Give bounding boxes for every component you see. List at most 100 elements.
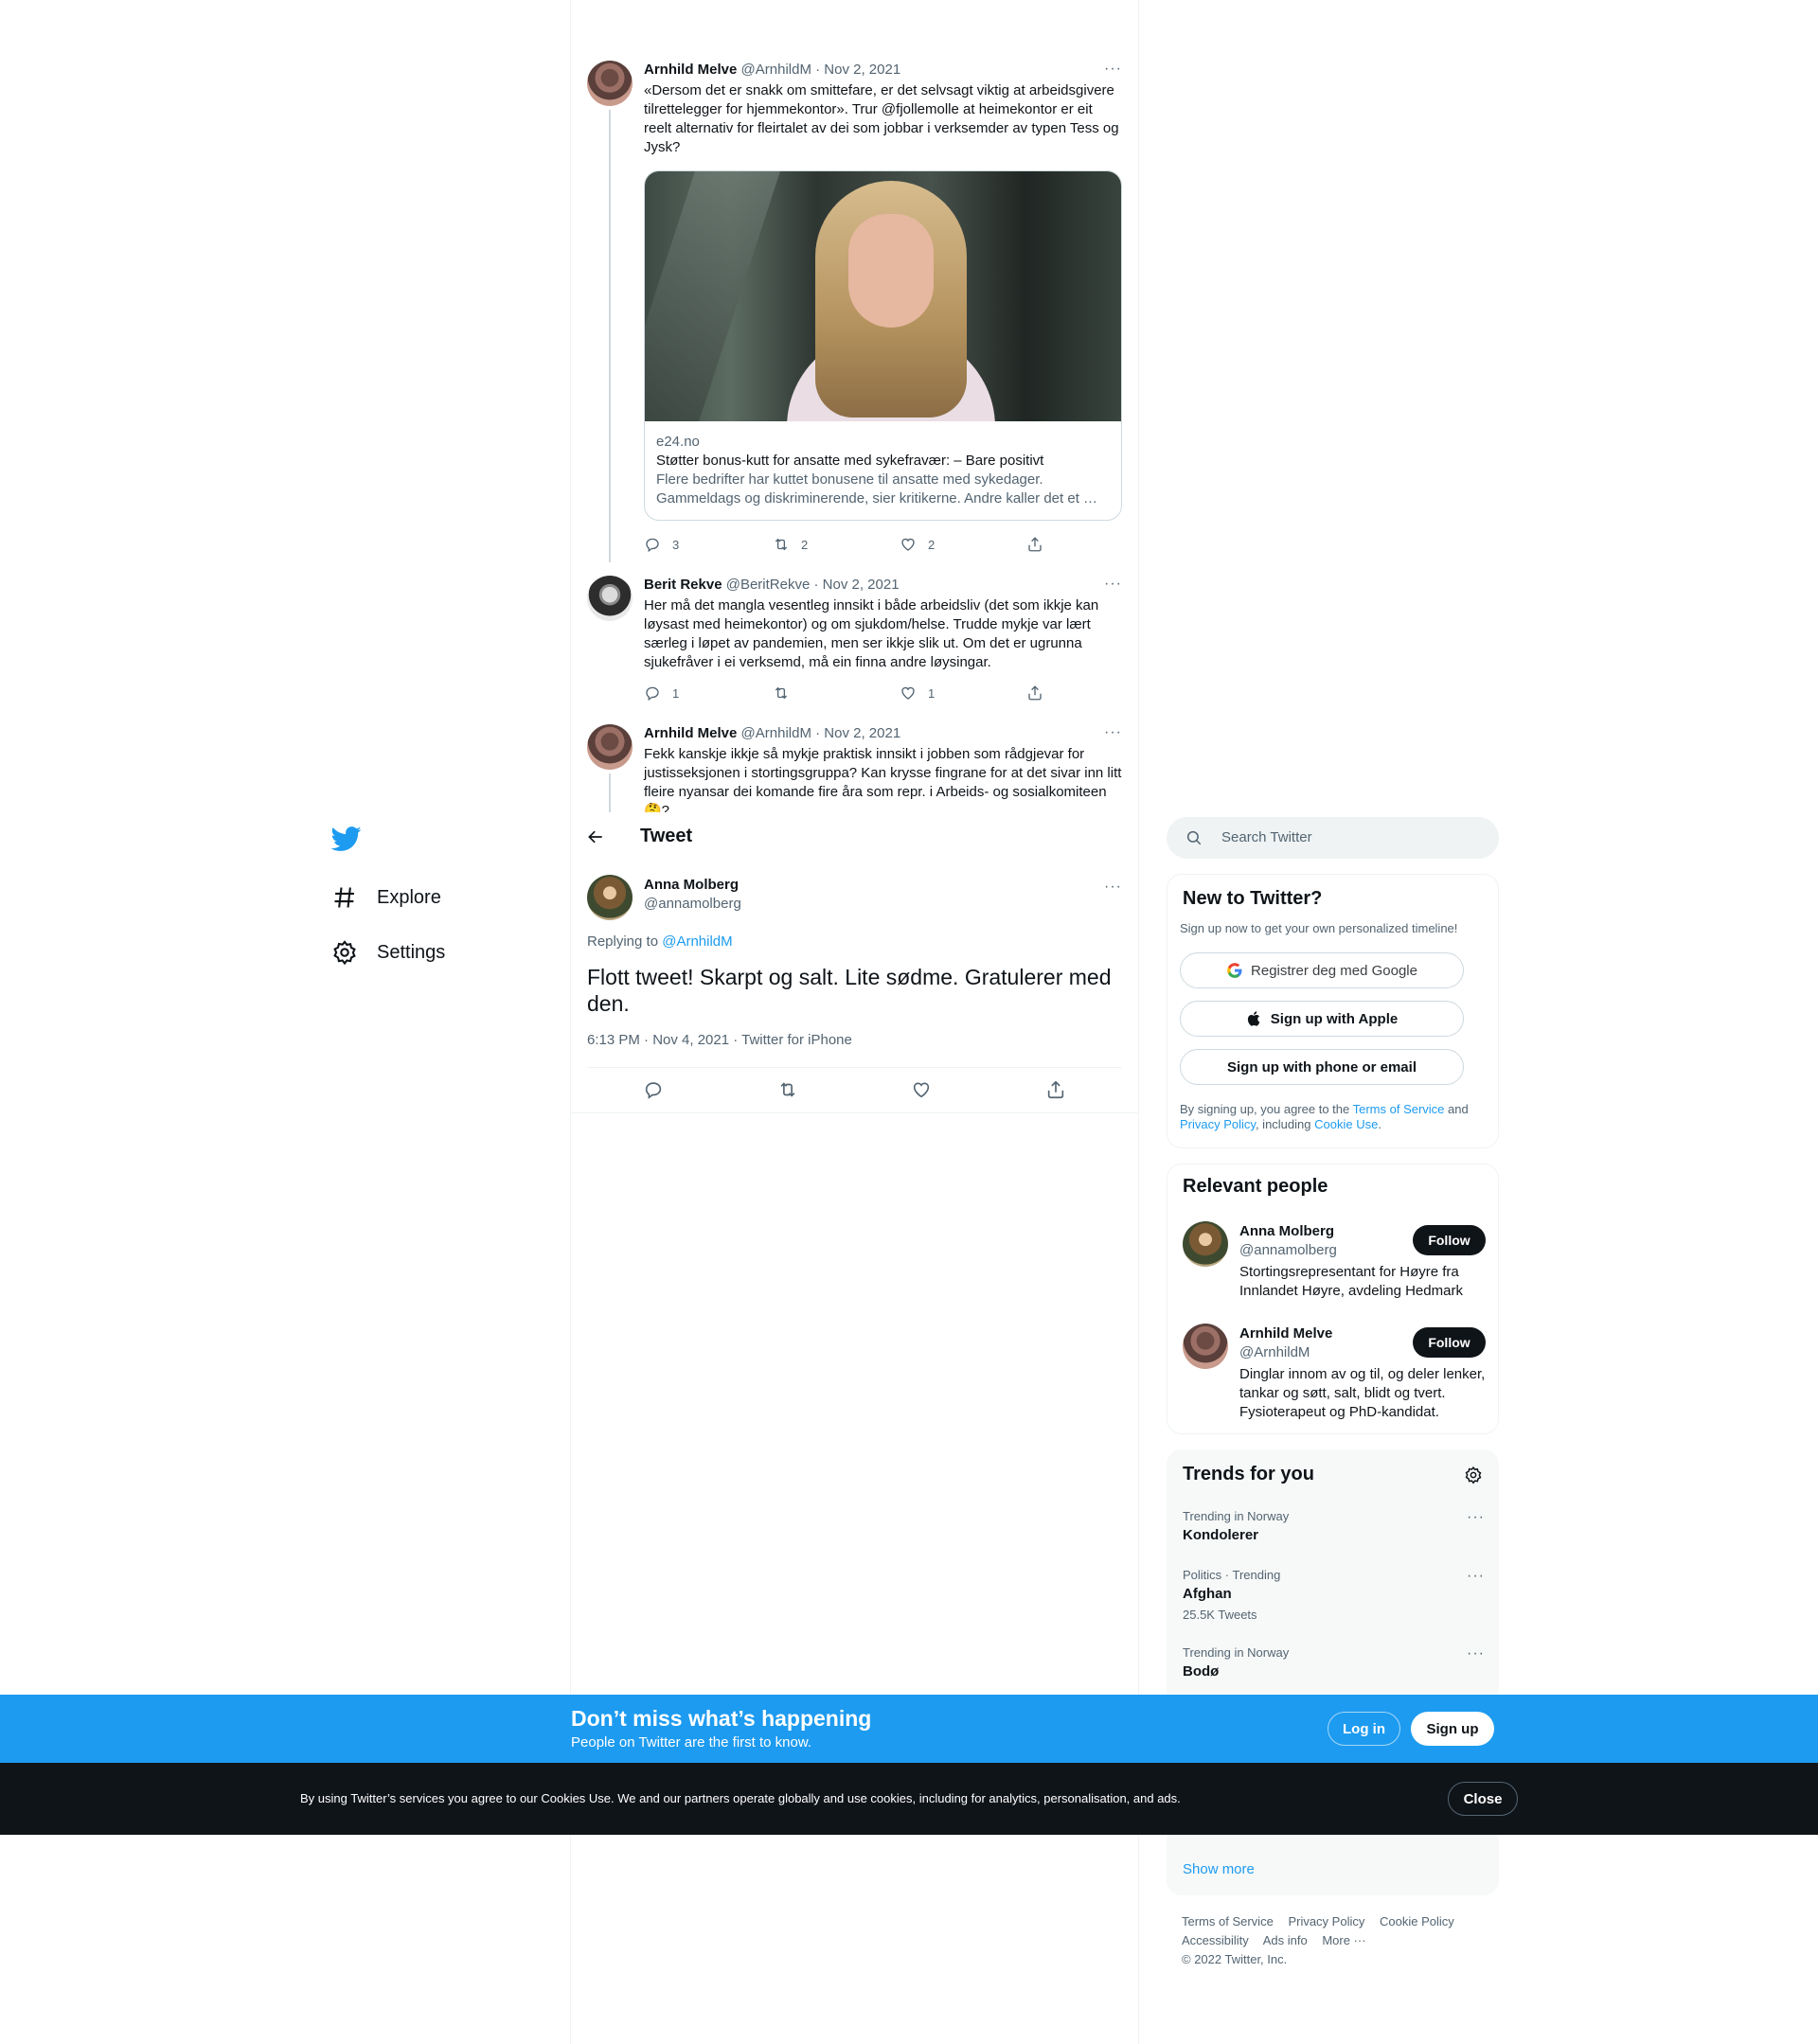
footer-link[interactable]: Terms of Service bbox=[1182, 1914, 1274, 1928]
trend-name: Kondolerer bbox=[1183, 1527, 1259, 1543]
avatar[interactable] bbox=[587, 576, 633, 621]
cookie-banner: By using Twitter’s services you agree to… bbox=[0, 1763, 1818, 1835]
nav-settings[interactable]: Settings bbox=[331, 932, 445, 973]
thread-tweet[interactable]: Arnhild Melve @ArnhildM · Nov 2, 2021 ··… bbox=[587, 724, 1122, 812]
avatar[interactable] bbox=[1183, 1221, 1228, 1267]
close-button[interactable]: Close bbox=[1448, 1782, 1518, 1816]
author-name[interactable]: Anna Molberg bbox=[644, 877, 739, 893]
terms-link[interactable]: Terms of Service bbox=[1353, 1102, 1445, 1116]
cookie-use-link[interactable]: Cookie Use bbox=[1314, 1117, 1378, 1131]
panel-title: New to Twitter? bbox=[1183, 888, 1323, 909]
tweet-date[interactable]: · Nov 2, 2021 bbox=[813, 577, 899, 593]
trend-name: Afghan bbox=[1183, 1586, 1232, 1602]
share-icon[interactable] bbox=[1045, 1079, 1066, 1100]
search-placeholder: Search Twitter bbox=[1221, 829, 1312, 845]
tweet-date[interactable]: · Nov 2, 2021 bbox=[815, 725, 900, 741]
reply-button[interactable]: 1 bbox=[644, 684, 679, 702]
reply-icon[interactable] bbox=[643, 1079, 664, 1100]
author-handle[interactable]: @annamolberg bbox=[644, 896, 741, 912]
login-button[interactable]: Log in bbox=[1328, 1712, 1400, 1746]
person-handle[interactable]: @ArnhildM bbox=[1239, 1344, 1310, 1360]
signup-button[interactable]: Sign up bbox=[1411, 1712, 1494, 1746]
tweet-header: Berit Rekve @BeritRekve · Nov 2, 2021 bbox=[644, 576, 1122, 595]
author-name[interactable]: Arnhild Melve bbox=[644, 62, 737, 78]
trend-item[interactable]: Trending in Norway Kondolerer ··· bbox=[1183, 1509, 1485, 1543]
link-card[interactable]: e24.no Støtter bonus-kutt for ansatte me… bbox=[644, 170, 1122, 521]
retweet-button[interactable] bbox=[773, 684, 801, 702]
trend-item[interactable]: Politics · Trending Afghan 25.5K Tweets … bbox=[1183, 1568, 1485, 1622]
thread-tweet[interactable]: Arnhild Melve @ArnhildM · Nov 2, 2021 ··… bbox=[587, 61, 1122, 562]
reply-count: 3 bbox=[672, 537, 680, 552]
reply-icon bbox=[646, 538, 659, 553]
author-name[interactable]: Arnhild Melve bbox=[644, 725, 737, 741]
author-handle[interactable]: @ArnhildM bbox=[741, 62, 811, 78]
apple-signup-button[interactable]: Sign up with Apple bbox=[1180, 1001, 1464, 1037]
avatar[interactable] bbox=[587, 875, 633, 920]
retweet-button[interactable]: 2 bbox=[773, 536, 808, 553]
phone-email-signup-button[interactable]: Sign up with phone or email bbox=[1180, 1049, 1464, 1085]
more-icon[interactable]: ··· bbox=[1467, 1509, 1485, 1526]
panel-title: Trends for you bbox=[1183, 1464, 1314, 1484]
gear-icon bbox=[333, 940, 356, 966]
more-icon[interactable]: ··· bbox=[1467, 1645, 1485, 1662]
gear-icon[interactable] bbox=[1464, 1466, 1483, 1484]
retweet-icon[interactable] bbox=[777, 1079, 798, 1100]
avatar[interactable] bbox=[1183, 1324, 1228, 1369]
footer-link[interactable]: Ads info bbox=[1263, 1933, 1308, 1947]
person-card[interactable]: Arnhild Melve @ArnhildM Follow Dinglar i… bbox=[1183, 1324, 1486, 1428]
nav-explore[interactable]: Explore bbox=[331, 877, 441, 918]
privacy-link[interactable]: Privacy Policy bbox=[1180, 1117, 1256, 1131]
trend-item[interactable]: Trending in Norway Bodø ··· bbox=[1183, 1645, 1485, 1680]
footer-more-link[interactable]: More ··· bbox=[1322, 1933, 1365, 1947]
person-handle[interactable]: @annamolberg bbox=[1239, 1242, 1337, 1258]
show-more-link[interactable]: Show more bbox=[1183, 1861, 1255, 1877]
more-icon[interactable]: ··· bbox=[1467, 1568, 1485, 1585]
more-icon[interactable]: ··· bbox=[1104, 879, 1122, 896]
legal-text: , including bbox=[1255, 1117, 1315, 1131]
tweet-date[interactable]: · Nov 2, 2021 bbox=[815, 62, 900, 78]
replying-to-prefix: Replying to bbox=[587, 933, 663, 950]
trend-context: Politics · Trending bbox=[1183, 1568, 1281, 1582]
like-button[interactable]: 1 bbox=[900, 684, 935, 702]
card-title: Støtter bonus-kutt for ansatte med sykef… bbox=[656, 453, 1044, 469]
twitter-logo-icon[interactable] bbox=[330, 824, 362, 854]
tweet-text: Her må det mangla vesentleg innsikt i bå… bbox=[644, 597, 1099, 670]
google-signup-button[interactable]: Registrer deg med Google bbox=[1180, 952, 1464, 988]
author-name[interactable]: Berit Rekve bbox=[644, 577, 722, 593]
footer-link[interactable]: Privacy Policy bbox=[1288, 1914, 1364, 1928]
share-icon bbox=[1028, 537, 1042, 552]
replying-to-link[interactable]: @ArnhildM bbox=[662, 933, 732, 950]
copyright: © 2022 Twitter, Inc. bbox=[1182, 1952, 1288, 1966]
tweet-header: Arnhild Melve @ArnhildM · Nov 2, 2021 bbox=[644, 724, 1122, 743]
thread-tweet[interactable]: Berit Rekve @BeritRekve · Nov 2, 2021 ··… bbox=[587, 576, 1122, 718]
follow-button[interactable]: Follow bbox=[1413, 1327, 1486, 1358]
search-input[interactable]: Search Twitter bbox=[1167, 817, 1499, 859]
legal-text: By signing up, you agree to the bbox=[1180, 1102, 1353, 1116]
share-button[interactable] bbox=[1026, 536, 1043, 553]
person-name[interactable]: Anna Molberg bbox=[1239, 1223, 1334, 1239]
apple-icon bbox=[1247, 1011, 1260, 1026]
tweet-body: Berit Rekve @BeritRekve · Nov 2, 2021 ··… bbox=[644, 576, 1122, 672]
tweet-header: Arnhild Melve @ArnhildM · Nov 2, 2021 bbox=[644, 61, 1122, 80]
card-image bbox=[645, 171, 1121, 421]
heart-icon[interactable] bbox=[911, 1079, 932, 1100]
person-name[interactable]: Arnhild Melve bbox=[1239, 1325, 1332, 1342]
footer-link[interactable]: Cookie Policy bbox=[1380, 1914, 1454, 1928]
more-icon[interactable]: ··· bbox=[1104, 61, 1122, 78]
footer-link[interactable]: Accessibility bbox=[1182, 1933, 1249, 1947]
avatar[interactable] bbox=[587, 724, 633, 770]
apple-signup-label: Sign up with Apple bbox=[1270, 1010, 1399, 1027]
person-card[interactable]: Anna Molberg @annamolberg Follow Stortin… bbox=[1183, 1221, 1486, 1312]
follow-button[interactable]: Follow bbox=[1413, 1225, 1486, 1255]
like-button[interactable]: 2 bbox=[900, 536, 935, 553]
author-handle[interactable]: @ArnhildM bbox=[741, 725, 811, 741]
heart-icon bbox=[901, 538, 915, 551]
tweet-timestamp[interactable]: 6:13 PM · Nov 4, 2021 · Twitter for iPho… bbox=[587, 1032, 852, 1048]
more-icon[interactable]: ··· bbox=[1104, 576, 1122, 593]
share-button[interactable] bbox=[1026, 684, 1043, 702]
reply-button[interactable]: 3 bbox=[644, 536, 679, 553]
more-icon[interactable]: ··· bbox=[1104, 724, 1122, 741]
avatar[interactable] bbox=[587, 61, 633, 106]
author-handle[interactable]: @BeritRekve bbox=[726, 577, 811, 593]
back-arrow-icon[interactable] bbox=[586, 827, 605, 846]
